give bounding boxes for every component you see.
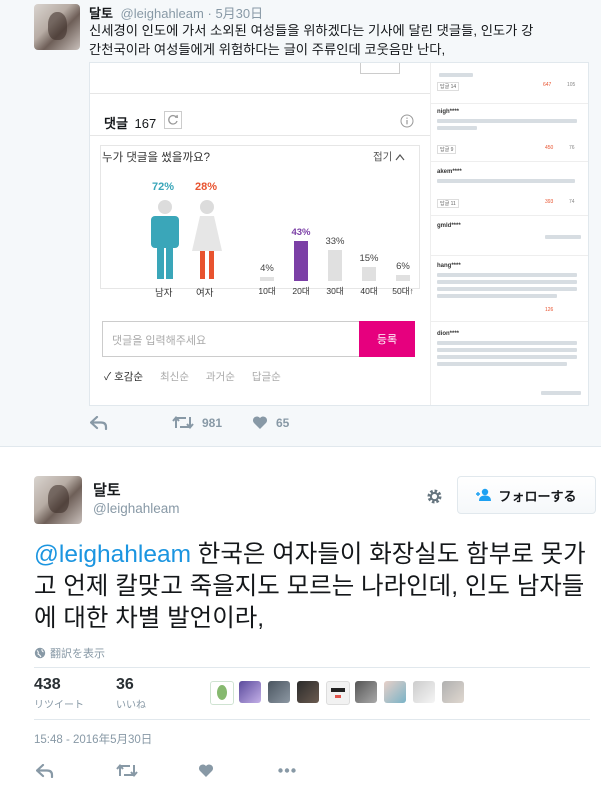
heart-icon[interactable] bbox=[198, 763, 214, 778]
avatar[interactable] bbox=[384, 681, 406, 703]
sort-by-likes[interactable]: ✓ 호감순 bbox=[104, 371, 143, 383]
avatar[interactable] bbox=[268, 681, 290, 703]
male-percent: 72% bbox=[152, 181, 175, 193]
age-bar bbox=[294, 241, 308, 281]
stats-divider-bottom bbox=[34, 719, 590, 720]
comment-input[interactable]: 댓글을 입력해주세요 bbox=[102, 321, 360, 357]
sort-by-replies[interactable]: 답글순 bbox=[252, 371, 281, 383]
female-figure bbox=[190, 199, 224, 279]
age-category-labels: 10대 20대 30대 40대 50대↑ bbox=[250, 285, 420, 299]
collapse-toggle[interactable]: 접기 bbox=[373, 149, 405, 164]
like-stat[interactable]: 36 いいね bbox=[116, 676, 146, 711]
list-item: nigh**** 답글 9 450 76 bbox=[431, 103, 588, 162]
comment-panel: 댓글 167 누가 댓글을 썼을까요? 접기 72% 28% 남자 여자 4% … bbox=[90, 63, 430, 405]
user-handle[interactable]: @leighahleam bbox=[121, 6, 204, 21]
age-bar bbox=[396, 275, 410, 281]
tweet-text: @leighahleam 한국은 여자들이 화장실도 함부로 못가고 언제 칼맞… bbox=[34, 541, 586, 632]
age-category-label: 40대 bbox=[360, 286, 378, 296]
main-tweet: 달토 @leighahleam フォローする @leighahleam 한국은 … bbox=[0, 447, 601, 796]
user-name[interactable]: 달토 bbox=[89, 6, 113, 21]
age-category-label: 50대↑ bbox=[392, 286, 414, 296]
age-bar bbox=[362, 267, 376, 281]
retweet-icon[interactable] bbox=[116, 763, 138, 778]
tweet-header: 달토 @leighahleam · 5月30日 bbox=[89, 6, 264, 21]
chevron-up-icon bbox=[395, 153, 405, 161]
age-bar bbox=[260, 277, 274, 281]
globe-icon bbox=[34, 647, 46, 659]
translate-link[interactable]: 翻訳を表示 bbox=[34, 645, 105, 661]
avatar[interactable] bbox=[34, 476, 82, 524]
age-value-label: 15% bbox=[359, 253, 379, 264]
stats-divider-top bbox=[34, 667, 590, 668]
male-label: 남자 bbox=[155, 288, 173, 299]
timestamp[interactable]: 15:48 - 2016年5月30日 bbox=[34, 731, 152, 747]
age-value-label: 43% bbox=[291, 227, 311, 238]
sort-by-oldest[interactable]: 과거순 bbox=[206, 371, 235, 383]
reply-icon[interactable] bbox=[90, 416, 108, 430]
avatar[interactable] bbox=[210, 681, 234, 705]
embedded-image[interactable]: 댓글 167 누가 댓글을 썼을까요? 접기 72% 28% 남자 여자 4% … bbox=[89, 62, 589, 406]
retweet-icon bbox=[172, 415, 194, 430]
avatar[interactable] bbox=[442, 681, 464, 703]
tweet-text: 신세경이 인도에 가서 소외된 여성들을 위하겠다는 기사에 달린 댓글들, 인… bbox=[89, 23, 534, 57]
user-handle[interactable]: @leighahleam bbox=[93, 501, 180, 516]
mention-link[interactable]: @leighahleam bbox=[34, 541, 191, 568]
heart-icon bbox=[252, 415, 268, 430]
age-value-label: 33% bbox=[325, 236, 345, 247]
follow-button[interactable]: フォローする bbox=[457, 476, 596, 514]
list-item: 답글 14 647 105 bbox=[431, 63, 588, 104]
comments-header: 댓글 167 bbox=[104, 116, 157, 131]
retweet-action[interactable]: 981 bbox=[172, 415, 222, 430]
partial-button bbox=[360, 63, 400, 74]
submit-button[interactable]: 등록 bbox=[359, 321, 415, 357]
user-name[interactable]: 달토 bbox=[93, 479, 121, 500]
tweet-date[interactable]: 5月30日 bbox=[215, 6, 263, 21]
add-user-icon bbox=[476, 488, 494, 502]
like-action[interactable]: 65 bbox=[252, 415, 289, 430]
who-wrote-label: 누가 댓글을 썼을까요? bbox=[102, 152, 211, 164]
age-value-label: 4% bbox=[260, 263, 274, 274]
avatar[interactable] bbox=[34, 4, 80, 50]
avatar[interactable] bbox=[297, 681, 319, 703]
retweet-stat[interactable]: 438 リツイート bbox=[34, 676, 84, 711]
age-category-label: 20대 bbox=[292, 286, 310, 296]
liker-avatars bbox=[210, 681, 480, 707]
sort-by-newest[interactable]: 최신순 bbox=[160, 371, 189, 383]
female-label: 여자 bbox=[196, 288, 214, 299]
refresh-icon[interactable] bbox=[164, 111, 182, 129]
reply-icon[interactable] bbox=[36, 764, 54, 778]
age-category-label: 30대 bbox=[326, 286, 344, 296]
age-category-label: 10대 bbox=[258, 286, 276, 296]
avatar[interactable] bbox=[413, 681, 435, 703]
info-icon[interactable] bbox=[400, 114, 414, 128]
context-tweet[interactable]: 달토 @leighahleam · 5月30日 신세경이 인도에 가서 소외된 … bbox=[0, 0, 601, 446]
list-item: dion**** bbox=[431, 321, 588, 405]
male-figure bbox=[148, 199, 182, 279]
list-item: akem**** 답글 11 393 74 bbox=[431, 161, 588, 216]
gear-icon[interactable] bbox=[426, 488, 443, 505]
female-percent: 28% bbox=[195, 181, 218, 193]
list-item: hang**** 126 bbox=[431, 255, 588, 322]
age-value-label: 6% bbox=[396, 261, 410, 272]
sort-options: ✓ 호감순 최신순 과거순 답글순 bbox=[104, 369, 281, 384]
age-bar bbox=[328, 250, 342, 281]
avatar[interactable] bbox=[326, 681, 350, 705]
comment-list: 답글 14 647 105 nigh**** 답글 9 450 76 akem*… bbox=[430, 63, 588, 405]
avatar[interactable] bbox=[355, 681, 377, 703]
list-item: gmld**** bbox=[431, 215, 588, 256]
more-icon[interactable] bbox=[278, 768, 296, 773]
avatar[interactable] bbox=[239, 681, 261, 703]
